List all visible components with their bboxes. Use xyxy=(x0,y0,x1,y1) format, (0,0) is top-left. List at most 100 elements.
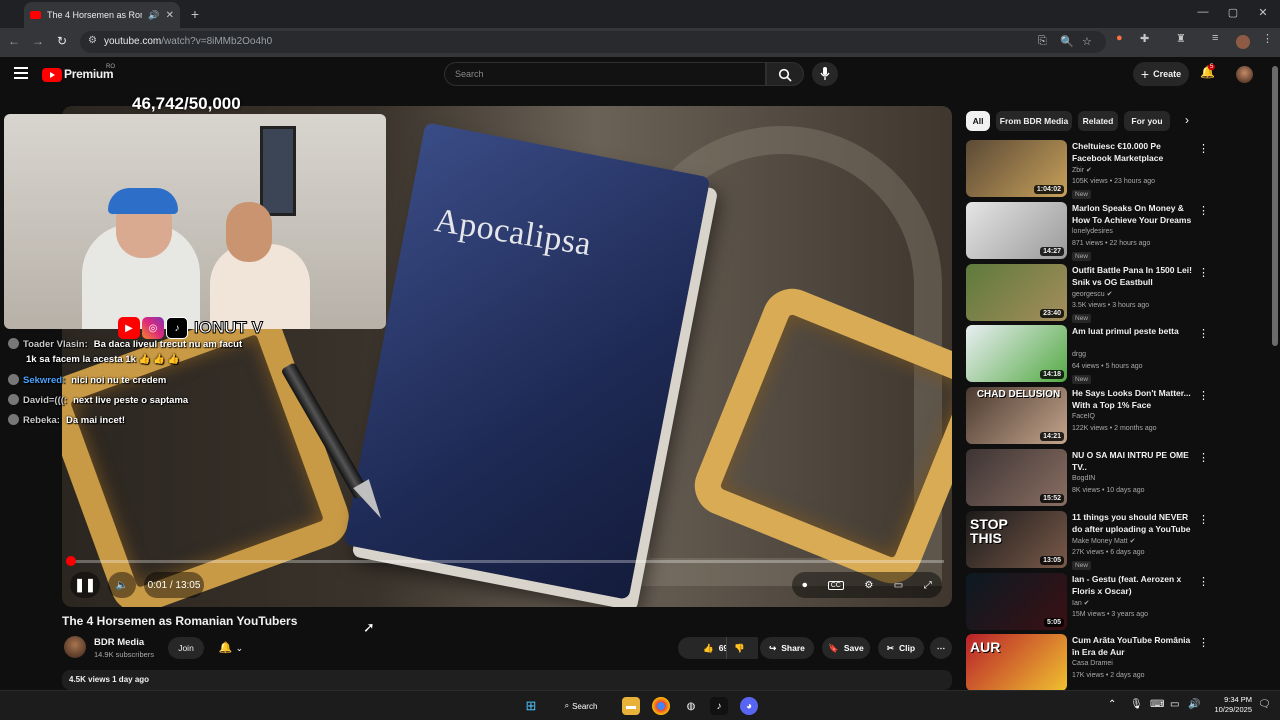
recommended-video[interactable]: 14:27 Marlon Speaks On Money & How To Ach… xyxy=(966,202,1266,262)
more-vertical-icon[interactable]: ⋮ xyxy=(1198,451,1209,464)
more-vertical-icon[interactable]: ⋮ xyxy=(1198,513,1209,526)
recommended-title[interactable]: Ian - Gestu (feat. Aerozen x Floris x Os… xyxy=(1072,573,1192,597)
system-clock[interactable]: 9:34 PM 10/29/2025 xyxy=(1208,695,1252,715)
chrome-icon[interactable] xyxy=(652,697,670,715)
youtube-logo-icon[interactable] xyxy=(42,68,62,82)
recommended-title[interactable]: Cheltuiesc €10.000 Pe Facebook Marketpla… xyxy=(1072,140,1192,164)
create-button[interactable]: + Create xyxy=(1133,62,1189,86)
tray-mic-icon[interactable]: 🎙 xyxy=(1130,699,1143,710)
discord-icon[interactable]: ◕ xyxy=(740,697,758,715)
site-info-icon[interactable]: ⚙ xyxy=(88,35,97,46)
chip-all[interactable]: All xyxy=(966,111,990,131)
video-thumbnail[interactable]: STOP THIS 13:05 xyxy=(966,511,1067,568)
video-thumbnail[interactable]: 5:05 xyxy=(966,573,1067,630)
video-thumbnail[interactable]: 14:18 xyxy=(966,325,1067,382)
recommended-channel[interactable]: lonelydesires xyxy=(1072,228,1113,235)
more-vertical-icon[interactable]: ⋮ xyxy=(1198,389,1209,402)
forward-icon[interactable]: → xyxy=(30,34,46,48)
browser-menu-icon[interactable]: ⋮ xyxy=(1262,32,1273,45)
notification-center-icon[interactable]: 🗨 xyxy=(1258,699,1271,710)
clip-button[interactable]: ✂ Clip xyxy=(878,637,924,659)
description-box[interactable]: 4.5K views 1 day ago xyxy=(62,670,952,690)
install-icon[interactable]: ⎘ xyxy=(1038,35,1047,48)
recommended-channel[interactable]: BogdIN xyxy=(1072,475,1095,482)
media-control-icon[interactable]: ≡ xyxy=(1212,32,1218,44)
recommended-video[interactable]: 15:52 NU O SA MAI INTRU PE OME TV.. BogdIN… xyxy=(966,449,1266,509)
subscription-bell-button[interactable]: 🔔 ⌄ xyxy=(210,637,252,659)
recommended-video[interactable]: AUR Cum Arăta YouTube România în Era de A… xyxy=(966,634,1266,694)
video-thumbnail[interactable]: AUR xyxy=(966,634,1067,691)
more-vertical-icon[interactable]: ⋮ xyxy=(1198,327,1209,340)
more-vertical-icon[interactable]: ⋮ xyxy=(1198,142,1209,155)
captions-icon[interactable]: CC xyxy=(827,580,844,590)
recommended-video[interactable]: STOP THIS 13:05 11 things you should NEVER… xyxy=(966,511,1266,571)
recommended-video[interactable]: CHAD DELUSION 14:21 He Says Looks Don't Ma… xyxy=(966,387,1266,447)
more-vertical-icon[interactable]: ⋮ xyxy=(1198,266,1209,279)
taskbar-search-button[interactable]: ⌕ Search xyxy=(556,696,606,716)
recommended-title[interactable]: NU O SA MAI INTRU PE OME TV.. xyxy=(1072,449,1192,473)
recommended-title[interactable]: 11 things you should NEVER do after uplo… xyxy=(1072,511,1192,535)
keyboard-icon[interactable]: ⌨ xyxy=(1150,699,1164,710)
pause-button[interactable]: ❚❚ xyxy=(70,572,100,598)
recommended-title[interactable]: Marlon Speaks On Money & How To Achieve … xyxy=(1072,202,1192,226)
network-icon[interactable]: ▭ xyxy=(1170,699,1179,710)
account-avatar[interactable] xyxy=(1236,66,1253,83)
volume-button[interactable]: 🔈 xyxy=(108,572,136,598)
close-tab-icon[interactable]: ✕ xyxy=(166,10,174,21)
extension-icon[interactable]: ● xyxy=(1116,32,1123,44)
page-scrollbar-thumb[interactable] xyxy=(1272,66,1278,346)
more-vertical-icon[interactable]: ⋮ xyxy=(1198,204,1209,217)
search-input[interactable]: Search xyxy=(444,62,766,86)
dislike-button[interactable]: 👎 xyxy=(726,637,752,659)
speaker-icon[interactable]: 🔊 xyxy=(148,10,159,21)
back-icon[interactable]: ← xyxy=(6,34,22,48)
more-vertical-icon[interactable]: ⋮ xyxy=(1198,636,1209,649)
video-thumbnail[interactable]: 15:52 xyxy=(966,449,1067,506)
video-thumbnail[interactable]: CHAD DELUSION 14:21 xyxy=(966,387,1067,444)
recommended-channel[interactable]: Casa Dramei xyxy=(1072,660,1113,667)
address-bar[interactable]: ⚙ youtube.com/watch?v=8iMMb2Oo4h0 ⎘ 🔍 ☆ xyxy=(80,31,1106,53)
file-explorer-icon[interactable]: ▬ xyxy=(622,697,640,715)
autoplay-toggle-icon[interactable]: ⏺ xyxy=(802,580,807,591)
recommended-title[interactable]: Outfit Battle Pana In 1500 Lei! Snik vs … xyxy=(1072,264,1192,288)
recommended-channel[interactable]: georgescu ✔ xyxy=(1072,290,1113,298)
tray-chevron-up-icon[interactable]: ⌃ xyxy=(1108,699,1116,710)
maximize-icon[interactable]: ▢ xyxy=(1224,6,1242,19)
more-actions-button[interactable]: ⋯ xyxy=(930,637,952,659)
bookmark-star-icon[interactable]: ☆ xyxy=(1082,35,1092,48)
recommended-channel[interactable]: drgg xyxy=(1072,351,1086,358)
app-icon[interactable]: ◍ xyxy=(682,697,700,715)
video-progress-bar[interactable] xyxy=(70,560,944,563)
chip-from-bdr-media[interactable]: From BDR Media xyxy=(996,111,1072,131)
new-tab-button[interactable]: + xyxy=(186,5,204,23)
recommended-title[interactable]: He Says Looks Don't Matter... With a Top… xyxy=(1072,387,1192,411)
browser-tab[interactable]: The 4 Horsemen as Romanian YouTubers 🔊 ✕ xyxy=(24,2,180,28)
recommended-video[interactable]: 23:40 Outfit Battle Pana In 1500 Lei! Sni… xyxy=(966,264,1266,324)
volume-tray-icon[interactable]: 🔊 xyxy=(1188,699,1200,710)
voice-search-button[interactable] xyxy=(812,62,838,86)
recommended-channel[interactable]: Make Money Matt ✔ xyxy=(1072,537,1135,545)
channel-name[interactable]: BDR Media xyxy=(94,637,144,648)
recommended-title[interactable]: Cum Arăta YouTube România în Era de Aur xyxy=(1072,634,1192,658)
windows-start-icon[interactable]: ⊞ xyxy=(522,697,540,715)
profile-avatar[interactable] xyxy=(1236,35,1250,49)
recommended-title[interactable]: Am luat primul peste betta xyxy=(1072,325,1192,337)
save-button[interactable]: 🔖 Save xyxy=(822,637,870,659)
fullscreen-icon[interactable]: ⤢ xyxy=(924,580,932,591)
scrubber-handle[interactable] xyxy=(66,556,76,566)
join-button[interactable]: Join xyxy=(168,637,204,659)
miniplayer-icon[interactable]: ▭ xyxy=(894,580,903,591)
recommended-channel[interactable]: Ian ✔ xyxy=(1072,599,1090,607)
chip-for-you[interactable]: For you xyxy=(1124,111,1170,131)
chevron-right-icon[interactable]: › xyxy=(1185,113,1189,127)
chip-related[interactable]: Related xyxy=(1078,111,1118,131)
tiktok-app-icon[interactable]: ♪ xyxy=(710,697,728,715)
zoom-icon[interactable]: 🔍 xyxy=(1060,35,1074,48)
video-thumbnail[interactable]: 1:04:02 xyxy=(966,140,1067,197)
extensions-puzzle-icon[interactable]: ✚ xyxy=(1140,32,1149,45)
recommended-video[interactable]: 1:04:02 Cheltuiesc €10.000 Pe Facebook Ma… xyxy=(966,140,1266,200)
recommended-video[interactable]: 5:05 Ian - Gestu (feat. Aerozen x Floris … xyxy=(966,573,1266,633)
search-button[interactable] xyxy=(766,62,804,86)
recommended-channel[interactable]: Zbir ✔ xyxy=(1072,166,1092,174)
recommended-video[interactable]: 14:18 Am luat primul peste betta drgg 64 vi… xyxy=(966,325,1266,385)
